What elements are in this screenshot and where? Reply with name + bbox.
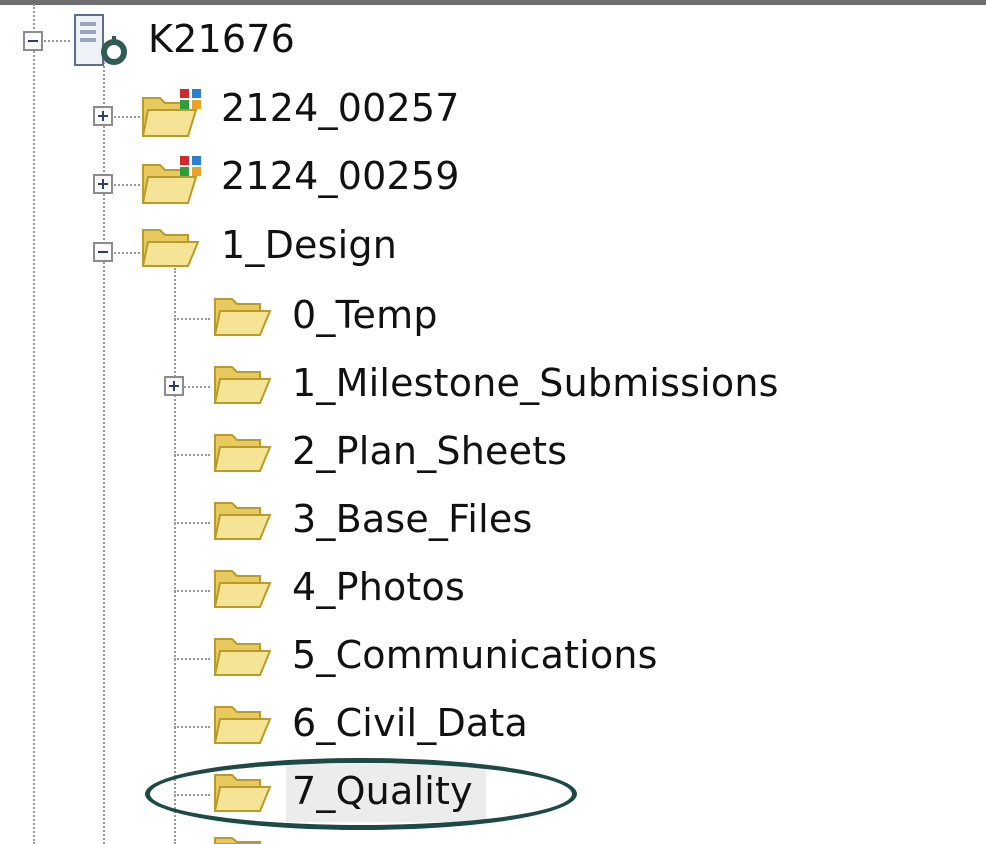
- tree-connector-line: [44, 40, 70, 42]
- collapse-toggle-k21676[interactable]: [23, 31, 43, 51]
- tree-node-label[interactable]: 2124_00259: [221, 153, 460, 199]
- tree-connector-line: [33, 4, 35, 844]
- tree-connector-line: [114, 252, 140, 254]
- expand-toggle-1-milestone-submissions[interactable]: [164, 376, 184, 396]
- annotation-ellipse: [145, 758, 577, 830]
- tree-node-label[interactable]: 0_Temp: [292, 292, 438, 338]
- panel-top-border: [0, 0, 986, 5]
- folder-icon: [213, 570, 272, 608]
- tree-connector-line: [174, 658, 210, 660]
- tree-connector-line: [174, 318, 210, 320]
- expand-toggle-2124-00257[interactable]: [93, 106, 113, 126]
- folder-icon: [213, 638, 272, 676]
- folder-icon: [141, 229, 200, 267]
- folder-icon: [213, 366, 272, 404]
- expand-toggle-2124-00259[interactable]: [93, 174, 113, 194]
- collapse-toggle-1-design[interactable]: [93, 242, 113, 262]
- tree-root-label[interactable]: K21676: [148, 16, 295, 62]
- tree-connector-line: [174, 522, 210, 524]
- project-folder-icon: [141, 89, 201, 137]
- datasource-icon: [74, 14, 127, 66]
- folder-icon: [213, 502, 272, 540]
- tree-connector-line: [114, 184, 140, 186]
- tree-connector-line: [174, 268, 176, 844]
- tree-connector-line: [174, 726, 210, 728]
- folder-icon: [213, 298, 272, 336]
- tree-node-label[interactable]: 1_Milestone_Submissions: [292, 360, 779, 406]
- tree-connector-line: [174, 454, 210, 456]
- folder-icon: [213, 706, 272, 744]
- tree-node-label[interactable]: 2124_00257: [221, 85, 460, 131]
- folder-icon: [213, 434, 272, 472]
- tree-connector-line: [184, 386, 210, 388]
- project-folder-icon: [141, 156, 201, 204]
- tree-node-label[interactable]: 6_Civil_Data: [292, 700, 528, 746]
- tree-node-label[interactable]: 3_Base_Files: [292, 496, 533, 542]
- tree-node-label[interactable]: 1_Design: [221, 222, 397, 268]
- tree-connector-line: [114, 116, 140, 118]
- tree-node-label[interactable]: 5_Communications: [292, 632, 658, 678]
- tree-connector-line: [174, 590, 210, 592]
- tree-node-label[interactable]: 4_Photos: [292, 564, 465, 610]
- tree-node-label[interactable]: 2_Plan_Sheets: [292, 428, 567, 474]
- folder-icon: [214, 837, 261, 844]
